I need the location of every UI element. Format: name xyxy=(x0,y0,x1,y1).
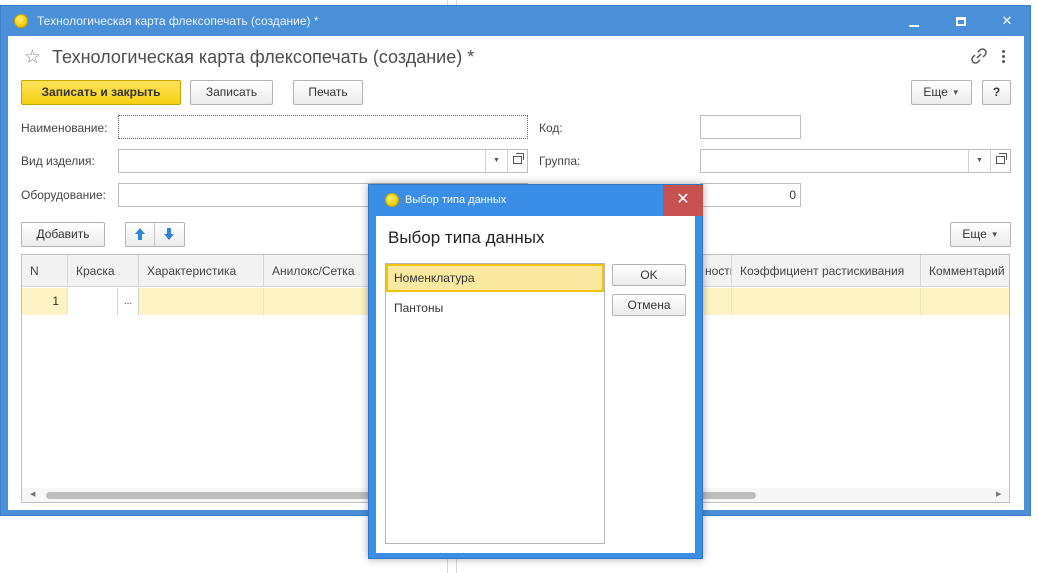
scroll-right-icon[interactable]: ▶ xyxy=(996,490,1001,498)
group-label: Группа: xyxy=(539,154,581,168)
comment-cell[interactable] xyxy=(921,288,1009,315)
ok-button[interactable]: OK xyxy=(612,264,686,286)
save-and-close-button[interactable]: Записать и закрыть xyxy=(21,80,181,105)
maximize-button[interactable] xyxy=(938,6,984,36)
more-actions-icon[interactable] xyxy=(1002,50,1006,64)
arrow-up-icon xyxy=(135,228,145,240)
favorite-star-icon[interactable]: ☆ xyxy=(24,46,41,69)
close-icon: ✕ xyxy=(1001,13,1013,28)
save-button[interactable]: Записать xyxy=(190,80,273,105)
dialog-titlebar[interactable]: Выбор типа данных ✕ xyxy=(369,185,703,216)
scroll-left-icon[interactable]: ◀ xyxy=(30,490,35,498)
code-label: Код: xyxy=(539,121,563,135)
open-icon[interactable] xyxy=(990,150,1010,172)
form-title: Технологическая карта флексопечать (созд… xyxy=(52,47,475,67)
move-down-button[interactable] xyxy=(155,223,184,246)
dialog-title: Выбор типа данных xyxy=(405,194,507,206)
move-buttons xyxy=(125,222,185,247)
column-header[interactable]: ность xyxy=(705,255,732,287)
column-header[interactable]: Комментарий xyxy=(921,255,1009,287)
arrow-down-icon xyxy=(164,228,174,240)
link-icon[interactable] xyxy=(970,47,988,65)
dialog-close-button[interactable]: ✕ xyxy=(663,185,703,216)
print-button[interactable]: Печать xyxy=(293,80,363,105)
move-up-button[interactable] xyxy=(126,223,155,246)
paint-select-button[interactable]: ... xyxy=(118,288,139,315)
app-logo-icon xyxy=(14,14,28,28)
chevron-down-icon[interactable]: ▼ xyxy=(968,150,990,172)
window-titlebar[interactable]: Технологическая карта флексопечать (созд… xyxy=(1,6,1030,36)
ellipsis-icon: ... xyxy=(123,296,133,307)
help-button[interactable]: ? xyxy=(982,80,1011,105)
cancel-button[interactable]: Отмена xyxy=(612,294,686,316)
chevron-down-icon: ▼ xyxy=(951,88,960,98)
dialog-heading: Выбор типа данных xyxy=(388,228,545,247)
more-button-label: Еще xyxy=(923,85,948,99)
data-type-dialog: Выбор типа данных ✕ Выбор типа данных Но… xyxy=(368,184,703,559)
characteristic-cell[interactable] xyxy=(139,288,264,315)
column-header[interactable]: N xyxy=(22,255,68,287)
table-more-button[interactable]: Еще ▼ xyxy=(950,222,1011,247)
product-type-label: Вид изделия: xyxy=(21,154,95,168)
data-type-list: Номенклатура Пантоны xyxy=(385,263,605,544)
number-value: 0 xyxy=(789,188,796,202)
window-title: Технологическая карта флексопечать (созд… xyxy=(37,14,319,28)
equipment-label: Оборудование: xyxy=(21,188,106,202)
column-header[interactable]: Анилокс/Сетка xyxy=(264,255,370,287)
group-select[interactable]: ▼ xyxy=(700,149,1011,173)
number-input[interactable]: 0 xyxy=(700,183,801,207)
dialog-body: Выбор типа данных Номенклатура Пантоны O… xyxy=(376,216,695,553)
column-header[interactable]: Характеристика xyxy=(139,255,264,287)
more-button[interactable]: Еще ▼ xyxy=(911,80,972,105)
maximize-icon xyxy=(956,17,966,27)
add-button[interactable]: Добавить xyxy=(21,222,105,247)
code-input[interactable] xyxy=(700,115,801,139)
chevron-down-icon: ▼ xyxy=(990,230,999,240)
close-button[interactable]: ✕ xyxy=(984,6,1030,36)
minimize-icon xyxy=(909,24,919,27)
chevron-down-icon[interactable]: ▼ xyxy=(485,150,507,172)
table-more-label: Еще xyxy=(962,227,987,241)
column-header[interactable]: Краска xyxy=(68,255,139,287)
product-type-select[interactable]: ▼ xyxy=(118,149,528,173)
name-label: Наименование: xyxy=(21,121,108,135)
name-input[interactable] xyxy=(118,115,528,139)
list-item[interactable]: Номенклатура xyxy=(386,264,604,292)
column-header[interactable]: Коэффициент растискивания xyxy=(732,255,921,287)
paint-cell[interactable] xyxy=(68,288,118,315)
minimize-button[interactable] xyxy=(891,6,937,36)
anilox-cell[interactable] xyxy=(264,288,370,315)
app-logo-icon xyxy=(385,193,399,207)
row-number: 1 xyxy=(22,288,68,315)
list-item[interactable]: Пантоны xyxy=(386,294,604,322)
density-cell[interactable] xyxy=(705,288,732,315)
coefficient-cell[interactable] xyxy=(732,288,921,315)
open-icon[interactable] xyxy=(507,150,527,172)
close-icon: ✕ xyxy=(676,191,690,208)
